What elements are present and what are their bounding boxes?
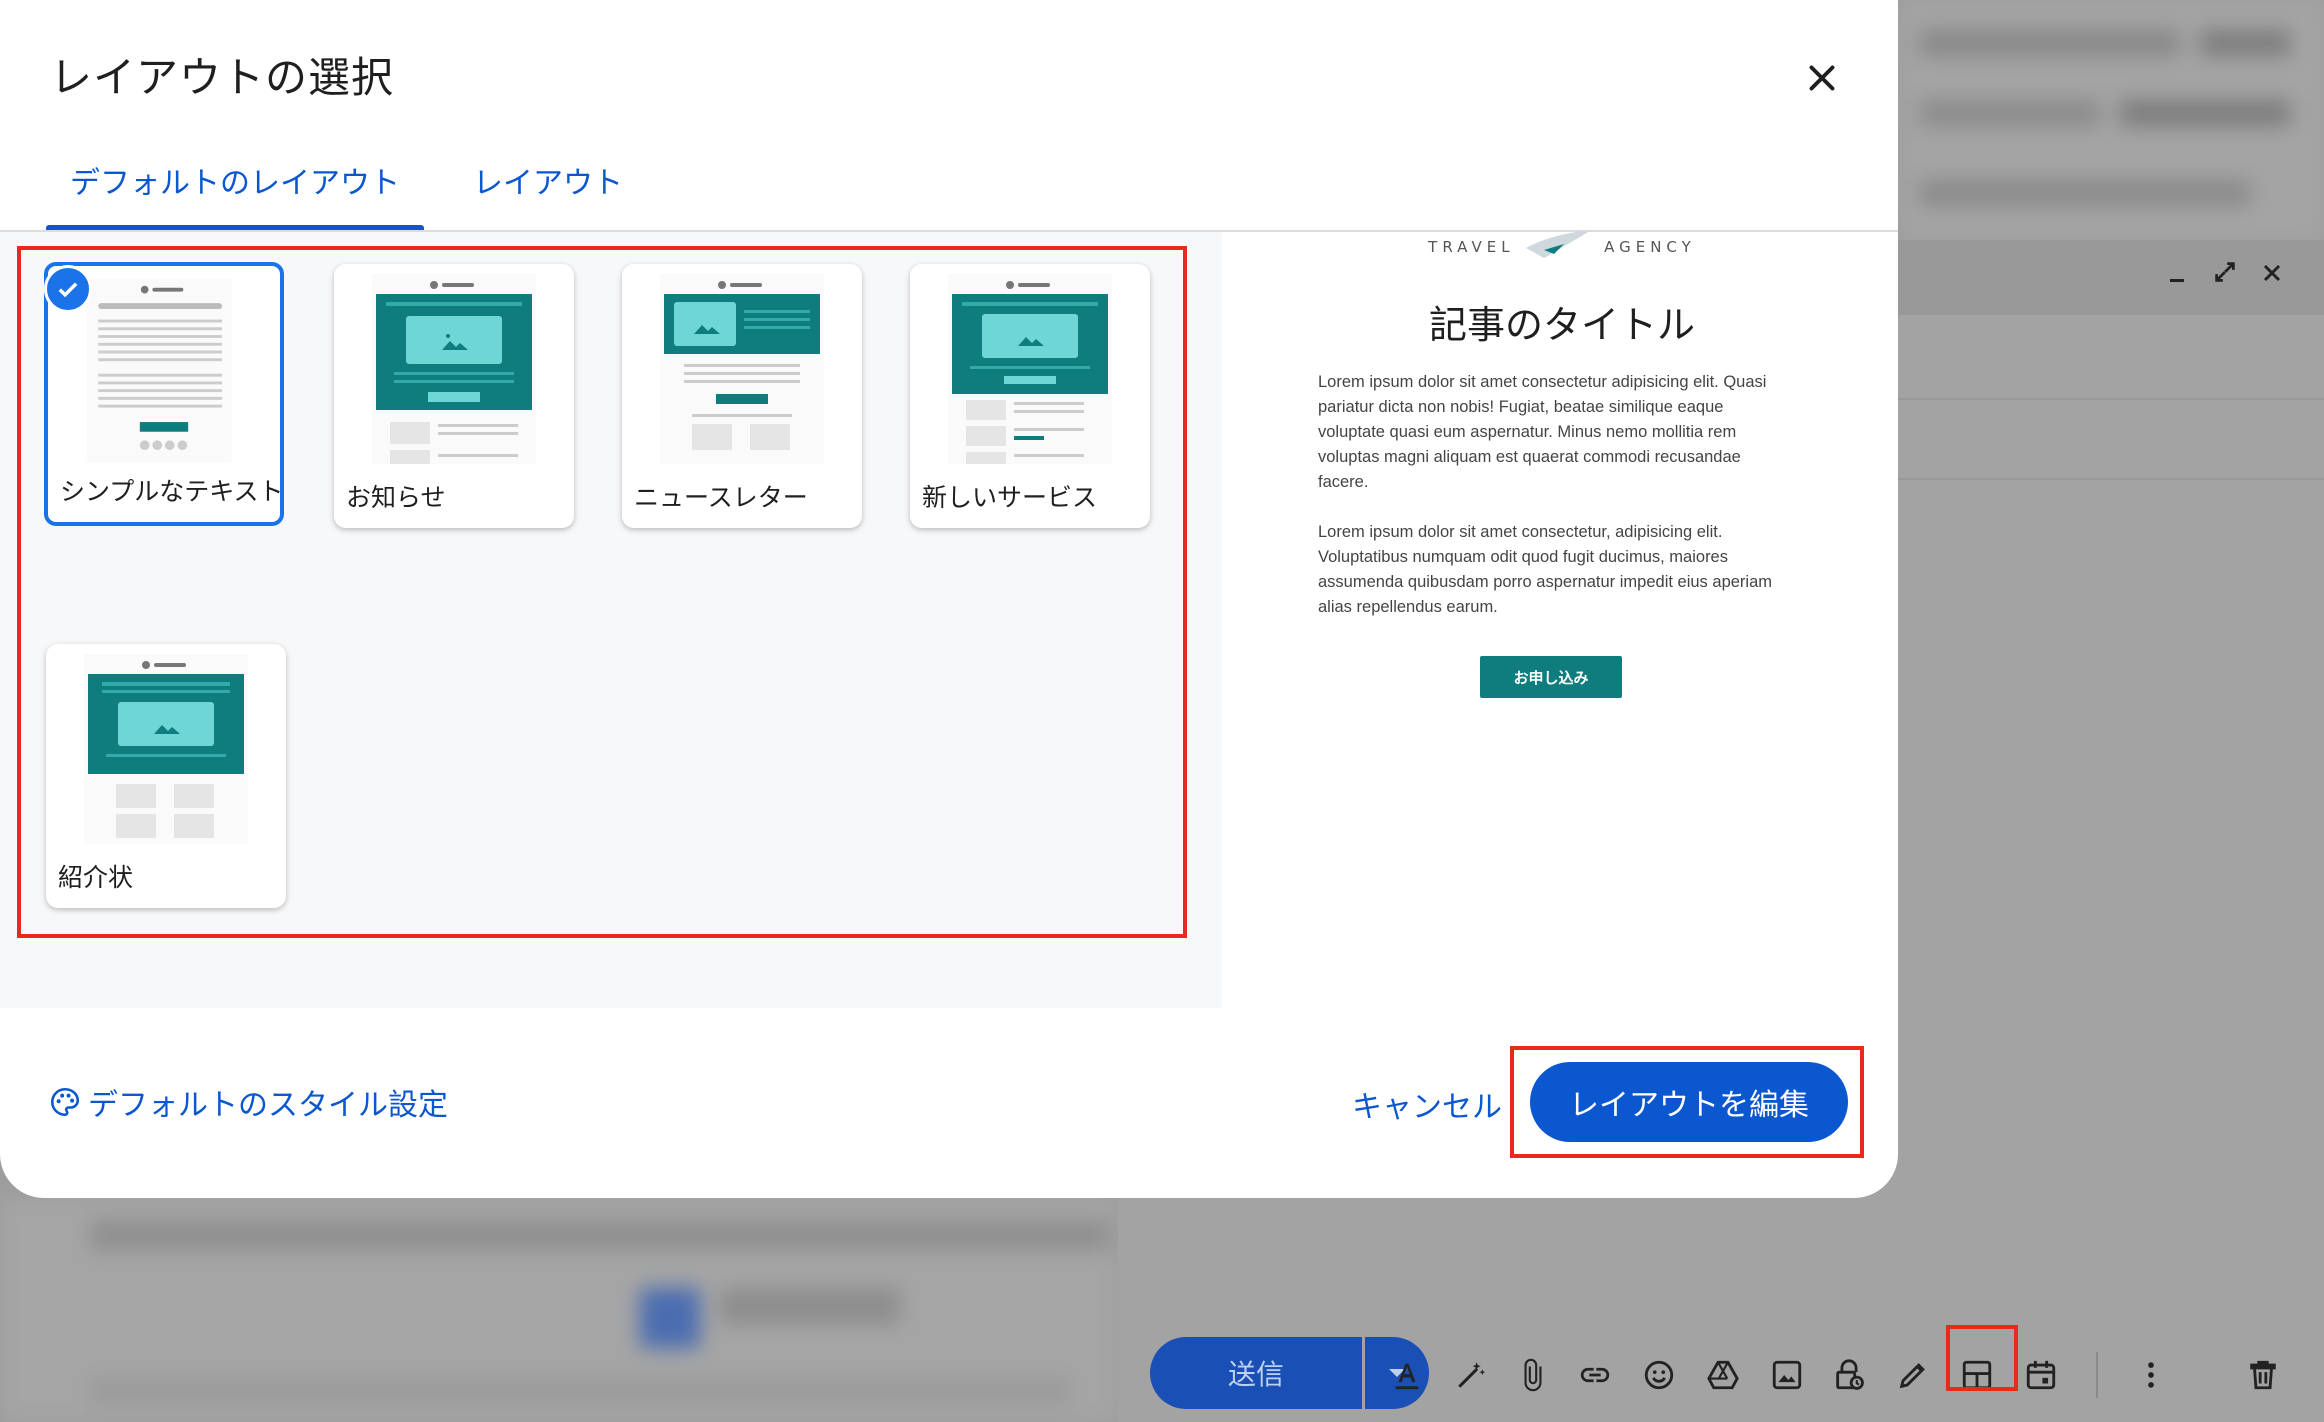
preview-paragraph-2: Lorem ipsum dolor sit amet consectetur, …: [1318, 523, 1772, 616]
layout-select-dialog: レイアウトの選択 デフォルトのレイアウト レイアウト シンプルなテキスト お知ら…: [0, 0, 1898, 1198]
layout-card-announcement[interactable]: お知らせ: [334, 264, 574, 528]
expand-icon[interactable]: [2212, 258, 2238, 293]
toolbar-divider: [2096, 1352, 2098, 1398]
selected-check-icon: [44, 265, 92, 313]
signature-icon[interactable]: [1890, 1352, 1936, 1398]
layout-icon-highlight: [1946, 1325, 2018, 1391]
attach-icon[interactable]: [1510, 1352, 1556, 1398]
compose-toolbar: 送信: [1118, 1252, 2324, 1422]
insert-photo-icon[interactable]: [1764, 1352, 1810, 1398]
preview-signup-button: お申し込み: [1480, 656, 1622, 698]
tab-bar: デフォルトのレイアウト レイアウト: [46, 150, 672, 230]
close-icon[interactable]: [1794, 50, 1850, 106]
link-icon[interactable]: [1572, 1352, 1618, 1398]
default-style-settings-label: デフォルトのスタイル設定: [88, 1088, 448, 1123]
preview-title: 記事のタイトル: [1428, 303, 1695, 347]
layout-card-label: お知らせ: [346, 483, 446, 512]
dialog-title: レイアウトの選択: [50, 53, 395, 102]
more-options-icon[interactable]: [2128, 1352, 2174, 1398]
tab-default-layouts[interactable]: デフォルトのレイアウト: [46, 150, 424, 230]
magic-write-icon[interactable]: [1448, 1352, 1494, 1398]
layout-card-referral[interactable]: 紹介状: [46, 644, 286, 908]
edit-layout-button[interactable]: レイアウトを編集: [1530, 1062, 1848, 1142]
background-blurred-list: [1900, 0, 2324, 240]
send-button[interactable]: 送信: [1150, 1337, 1362, 1409]
minimize-icon[interactable]: [2166, 258, 2190, 293]
announcement-thumbnail: [372, 274, 536, 464]
background-email-list: [0, 1198, 1118, 1422]
layout-card-label: ニュースレター: [634, 483, 808, 512]
close-compose-icon[interactable]: [2260, 258, 2284, 293]
travel-agency-logo: TRAVEL AGENCY: [1244, 229, 1880, 258]
palette-icon: [50, 1087, 80, 1117]
drive-icon[interactable]: [1700, 1352, 1746, 1398]
confidential-mode-icon[interactable]: [1826, 1352, 1872, 1398]
layout-preview: TRAVEL AGENCY 記事のタイトル Lorem ipsum dolor …: [1244, 229, 1880, 730]
newsletter-thumbnail: [660, 274, 824, 464]
schedule-icon[interactable]: [2018, 1352, 2064, 1398]
default-style-settings-link[interactable]: デフォルトのスタイル設定: [48, 1080, 448, 1124]
emoji-icon[interactable]: [1636, 1352, 1682, 1398]
layout-card-label: シンプルなテキスト: [60, 477, 284, 506]
layout-card-new-service[interactable]: 新しいサービス: [910, 264, 1150, 528]
text-format-icon[interactable]: [1384, 1352, 1430, 1398]
delete-icon[interactable]: [2240, 1352, 2286, 1398]
layout-card-newsletter[interactable]: ニュースレター: [622, 264, 862, 528]
tab-layouts[interactable]: レイアウト: [449, 150, 647, 230]
new-service-thumbnail: [948, 274, 1112, 464]
preview-paragraph-1: Lorem ipsum dolor sit amet consectetur a…: [1318, 373, 1767, 491]
referral-thumbnail: [84, 654, 248, 844]
layout-card-label: 新しいサービス: [922, 483, 1098, 512]
cancel-button[interactable]: キャンセル: [1352, 1082, 1502, 1126]
layout-card-label: 紹介状: [58, 863, 134, 892]
